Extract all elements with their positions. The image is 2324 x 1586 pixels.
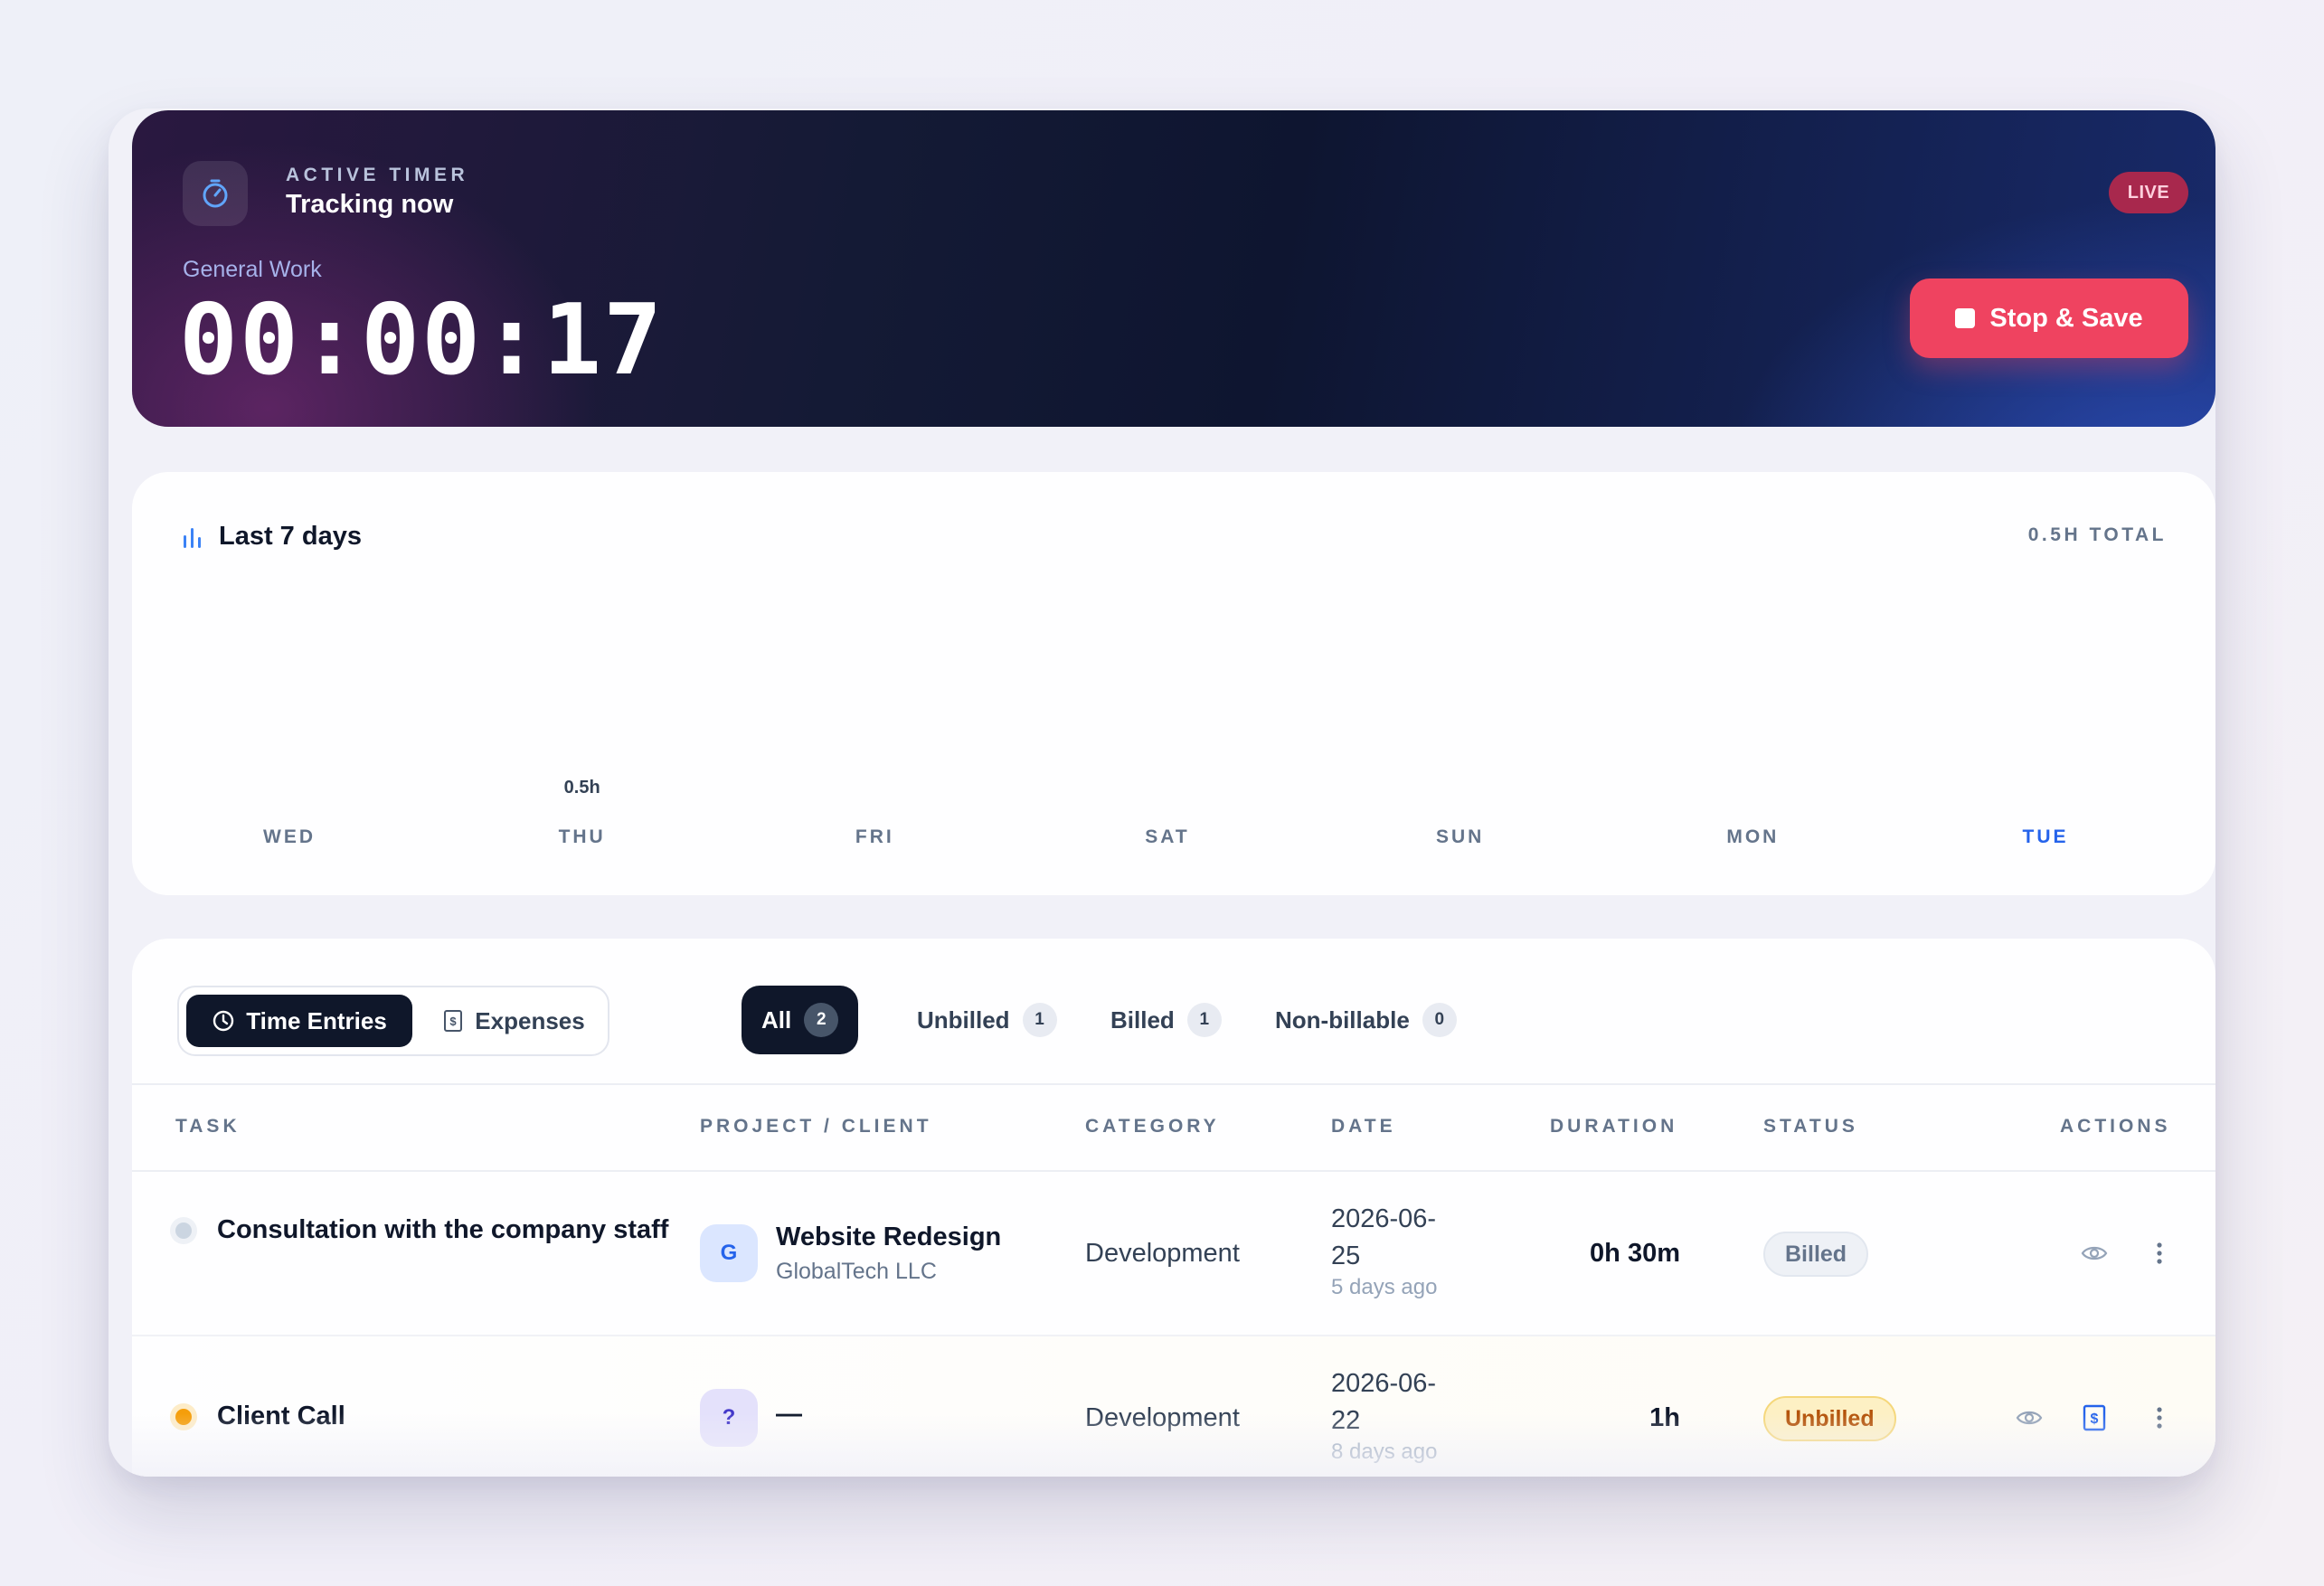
timer-status: Tracking now bbox=[286, 190, 454, 219]
filter-all-count: 2 bbox=[804, 1003, 839, 1037]
project-name: Website Redesign bbox=[776, 1223, 1002, 1251]
avatar: G bbox=[700, 1224, 758, 1282]
header-task: TASK bbox=[175, 1116, 241, 1137]
status-badge: Unbilled bbox=[1763, 1396, 1896, 1441]
svg-text:$: $ bbox=[450, 1015, 458, 1028]
stop-and-save-button[interactable]: Stop & Save bbox=[1910, 278, 2188, 358]
more-vertical-icon bbox=[2157, 1407, 2162, 1429]
header-date: DATE bbox=[1331, 1116, 1396, 1137]
category: Development bbox=[1085, 1403, 1240, 1432]
elapsed-time: 00:00:17 bbox=[179, 284, 665, 397]
header-project: PROJECT / CLIENT bbox=[700, 1116, 932, 1137]
header-duration: DURATION bbox=[1550, 1116, 1678, 1137]
receipt-icon: $ bbox=[444, 1010, 463, 1032]
day-label-sun: SUN bbox=[1435, 826, 1485, 847]
day-label-tue: TUE bbox=[2022, 826, 2069, 847]
eye-icon bbox=[2081, 1246, 2108, 1260]
view-button[interactable] bbox=[2076, 1235, 2112, 1271]
table-row[interactable]: Consultation with the company staff G We… bbox=[132, 1172, 2215, 1335]
tab-expenses-label: Expenses bbox=[475, 1006, 585, 1034]
tab-time-entries-label: Time Entries bbox=[246, 1006, 387, 1034]
view-button[interactable] bbox=[2011, 1400, 2047, 1436]
app-window: ACTIVE TIMER Tracking now General Work 0… bbox=[109, 109, 2215, 1477]
day-label-thu: THU bbox=[558, 826, 606, 847]
header-actions: ACTIONS bbox=[2060, 1116, 2171, 1137]
header-status: STATUS bbox=[1763, 1116, 1858, 1137]
day-columns: WED THU 0.5h FRI SAT SUN MON TUE bbox=[132, 472, 2215, 895]
task-title: Consultation with the company staff bbox=[217, 1215, 669, 1244]
tab-expenses[interactable]: $ Expenses bbox=[432, 995, 595, 1047]
clock-icon bbox=[213, 1010, 234, 1032]
toolbar-divider bbox=[132, 1083, 2215, 1085]
invoice-icon: $ bbox=[2083, 1404, 2106, 1431]
table-row[interactable]: Client Call ? — Development 2026-06- 22 8… bbox=[132, 1336, 2215, 1477]
active-timer-panel: ACTIVE TIMER Tracking now General Work 0… bbox=[132, 110, 2215, 427]
filter-all-label: All bbox=[761, 1005, 792, 1034]
timer-eyebrow: ACTIVE TIMER bbox=[286, 165, 469, 185]
stop-icon bbox=[1955, 308, 1976, 328]
day-label-wed: WED bbox=[263, 826, 316, 847]
day-label-mon: MON bbox=[1726, 826, 1780, 847]
day-value-thu: 0.5h bbox=[563, 778, 600, 798]
entry-date: 2026-06- 22 bbox=[1331, 1369, 1437, 1436]
entry-date: 2026-06- 25 bbox=[1331, 1204, 1437, 1271]
category: Development bbox=[1085, 1239, 1240, 1268]
more-vertical-icon bbox=[2157, 1242, 2162, 1264]
relative-date: 8 days ago bbox=[1331, 1440, 1438, 1464]
view-switcher: Time Entries $ Expenses bbox=[177, 986, 609, 1056]
avatar: ? bbox=[700, 1389, 758, 1447]
mark-billed-button[interactable]: $ bbox=[2076, 1400, 2112, 1436]
live-badge: LIVE bbox=[2109, 172, 2188, 213]
stopwatch-icon bbox=[183, 161, 248, 226]
svg-text:$: $ bbox=[2091, 1411, 2099, 1427]
day-label-sat: SAT bbox=[1145, 826, 1190, 847]
filter-billed[interactable]: Billed 1 bbox=[1091, 986, 1242, 1054]
header-category: CATEGORY bbox=[1085, 1116, 1220, 1137]
entries-card: Time Entries $ Expenses All 2 Unbilled 1… bbox=[132, 939, 2215, 1477]
status-badge: Billed bbox=[1763, 1232, 1869, 1277]
task-title: Client Call bbox=[217, 1402, 345, 1430]
filter-unbilled[interactable]: Unbilled 1 bbox=[897, 986, 1077, 1054]
more-options-button[interactable] bbox=[2141, 1400, 2178, 1436]
weekly-summary-card: Last 7 days 0.5H TOTAL WED THU 0.5h FRI SAT S… bbox=[132, 472, 2215, 895]
more-options-button[interactable] bbox=[2141, 1235, 2178, 1271]
project-name: — bbox=[776, 1400, 802, 1429]
relative-date: 5 days ago bbox=[1331, 1275, 1438, 1299]
filter-billed-count: 1 bbox=[1186, 1003, 1222, 1037]
tab-time-entries[interactable]: Time Entries bbox=[186, 995, 412, 1047]
stop-button-label: Stop & Save bbox=[1989, 303, 2143, 333]
filter-non-billable-label: Non-billable bbox=[1275, 1005, 1410, 1034]
filter-unbilled-count: 1 bbox=[1022, 1003, 1057, 1037]
day-label-fri: FRI bbox=[855, 826, 894, 847]
filter-non-billable-count: 0 bbox=[1422, 1003, 1457, 1037]
timer-project-label: General Work bbox=[183, 257, 322, 282]
filter-all[interactable]: All 2 bbox=[742, 986, 859, 1054]
filter-non-billable[interactable]: Non-billable 0 bbox=[1255, 986, 1477, 1054]
filter-unbilled-label: Unbilled bbox=[917, 1005, 1010, 1034]
duration: 0h 30m bbox=[1590, 1239, 1680, 1268]
status-dot bbox=[170, 1403, 197, 1430]
eye-icon bbox=[2016, 1411, 2043, 1425]
client-name: GlobalTech LLC bbox=[776, 1259, 937, 1284]
status-dot bbox=[170, 1217, 197, 1244]
duration: 1h bbox=[1649, 1403, 1680, 1432]
filter-billed-label: Billed bbox=[1110, 1005, 1175, 1034]
